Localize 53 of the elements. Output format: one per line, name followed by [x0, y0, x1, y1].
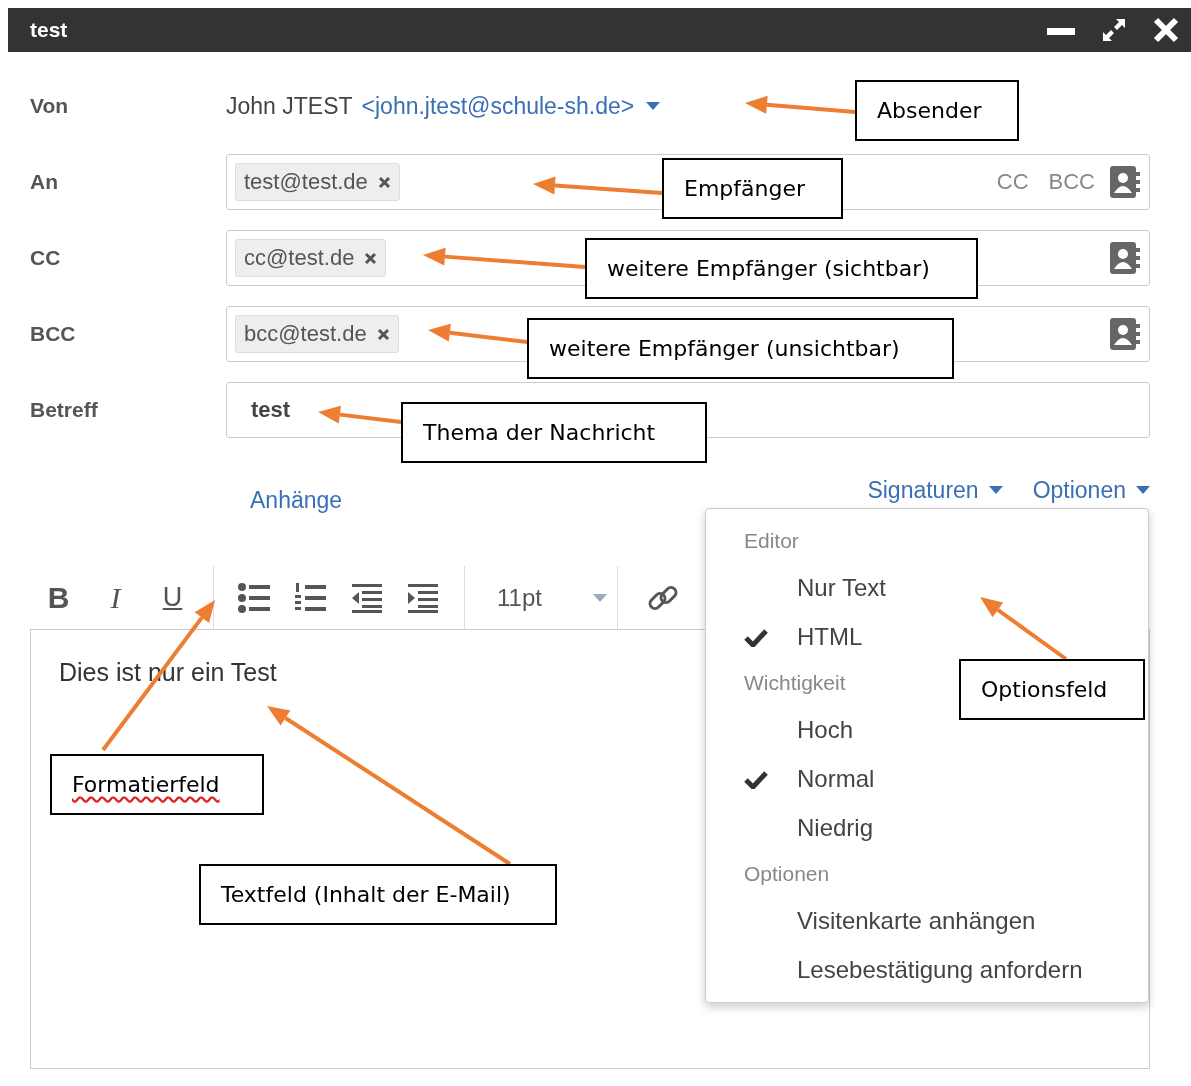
- callout-label: Optionsfeld: [959, 659, 1145, 720]
- close-icon[interactable]: [1153, 17, 1179, 43]
- add-recipient-link[interactable]: CC: [990, 169, 1035, 195]
- callout-label: Empfänger: [662, 158, 843, 219]
- menu-item[interactable]: Normal: [706, 754, 1148, 803]
- font-size-dropdown[interactable]: 11pt: [477, 577, 617, 618]
- recipient-chip[interactable]: bcc@test.de: [235, 315, 399, 353]
- recipient-chip[interactable]: cc@test.de: [235, 239, 387, 277]
- callout-label: Formatierfeld: [50, 754, 264, 815]
- bulleted-list-icon[interactable]: [238, 582, 270, 613]
- menu-item[interactable]: Lesebestätigung anfordern: [706, 945, 1148, 994]
- add-recipient-link[interactable]: BCC: [1042, 169, 1101, 195]
- caret-icon: [646, 102, 661, 110]
- window-title: test: [30, 18, 69, 42]
- contact-card-icon[interactable]: [1109, 317, 1141, 351]
- menu-section-heading: Wichtigkeit: [744, 671, 846, 695]
- sender-address-dropdown[interactable]: <john.jtest@schule-sh.de>: [361, 92, 661, 120]
- expand-icon[interactable]: [1101, 17, 1127, 43]
- underline-button[interactable]: U: [144, 577, 201, 618]
- attachments-link[interactable]: Anhänge: [250, 486, 343, 514]
- callout-label: Textfeld (Inhalt der E-Mail): [199, 864, 557, 925]
- field-label: Von: [30, 94, 70, 118]
- bold-button[interactable]: B: [30, 577, 87, 618]
- callout-label: weitere Empfänger (sichtbar): [585, 238, 978, 299]
- callout-label: weitere Empfänger (unsichtbar): [527, 318, 954, 379]
- contact-card-icon[interactable]: [1109, 241, 1141, 275]
- menu-section-heading: Editor: [744, 529, 799, 553]
- field-label: Betreff: [30, 398, 99, 422]
- contact-card-icon[interactable]: [1109, 165, 1141, 199]
- caret-icon: [593, 593, 607, 602]
- recipient-chip[interactable]: test@test.de: [235, 163, 400, 201]
- menu-section-heading: Optionen: [744, 862, 830, 886]
- sender-name: John JTEST: [226, 92, 353, 120]
- callout-label: Thema der Nachricht: [401, 402, 707, 463]
- field-label: An: [30, 170, 59, 194]
- menu-dropdown[interactable]: Signaturen: [867, 476, 1003, 504]
- indent-icon[interactable]: [406, 582, 438, 613]
- caret-icon: [988, 486, 1003, 494]
- numbered-list-icon[interactable]: [294, 582, 326, 613]
- outdent-icon[interactable]: [350, 582, 382, 613]
- minimize-icon[interactable]: [1047, 25, 1075, 35]
- remove-icon[interactable]: [364, 251, 378, 265]
- menu-dropdown[interactable]: Optionen: [1032, 476, 1150, 504]
- callout-label: Absender: [855, 80, 1019, 141]
- remove-icon[interactable]: [377, 175, 391, 189]
- field-label: BCC: [30, 322, 77, 346]
- menu-item[interactable]: Visitenkarte anhängen: [706, 896, 1148, 945]
- field-label: CC: [30, 246, 62, 270]
- menu-item[interactable]: Niedrig: [706, 803, 1148, 852]
- italic-button[interactable]: I: [87, 577, 144, 618]
- menu-item[interactable]: Nur Text: [706, 563, 1148, 612]
- remove-icon[interactable]: [376, 327, 390, 341]
- caret-icon: [1136, 486, 1150, 494]
